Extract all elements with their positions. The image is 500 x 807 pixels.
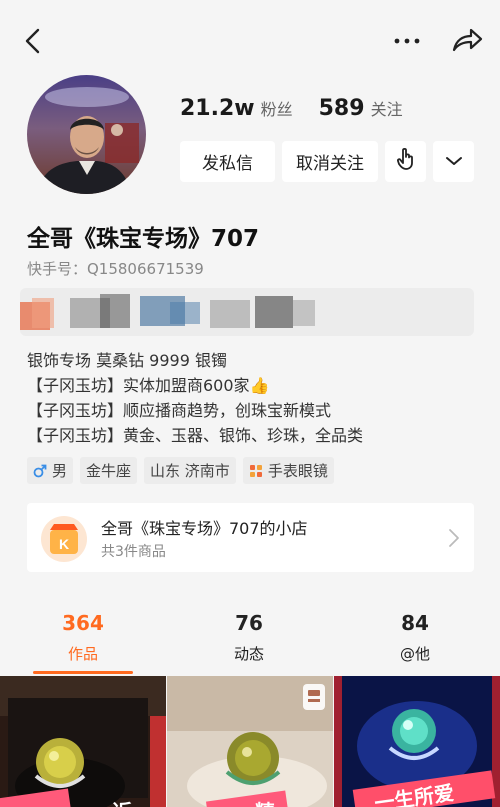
bio-line: 【子冈玉坊】顺应播商趋势，创珠宝新模式 <box>27 401 332 420</box>
active-tab-indicator <box>33 671 133 674</box>
video-thumbnail[interactable]: 精 <box>167 676 333 807</box>
tab-count: 364 <box>62 611 104 635</box>
bio-line: 【子冈玉坊】实体加盟商600家👍 <box>27 376 270 395</box>
unfollow-button[interactable]: 取消关注 <box>282 141 378 182</box>
tab-count: 76 <box>235 611 263 635</box>
more-dots-icon[interactable] <box>392 26 422 56</box>
male-icon <box>33 464 47 478</box>
avatar[interactable] <box>27 75 146 194</box>
kuaishou-id[interactable]: 快手号：Q15806671539 <box>27 258 204 279</box>
chevron-right-icon <box>448 528 460 548</box>
back-arrow-icon[interactable] <box>20 26 48 56</box>
tag-label: 男 <box>52 462 68 480</box>
shop-logo-icon: K <box>41 516 87 562</box>
video-thumbnail[interactable]: 近 <box>0 676 166 807</box>
hand-pointer-button[interactable] <box>385 141 426 182</box>
shop-card[interactable]: K 全哥《珠宝专场》707的小店 共3件商品 <box>27 503 474 572</box>
followers-count[interactable]: 21.2w <box>180 96 255 121</box>
bio-line: 【子冈玉坊】黄金、玉器、银饰、珍珠，全品类 <box>27 426 364 445</box>
profile-name: 全哥《珠宝专场》707 <box>27 226 260 252</box>
profile-tags: 男 金牛座 山东 济南市 手表眼镜 <box>27 457 334 484</box>
tab-label: 动态 <box>233 645 264 663</box>
video-thumbnail[interactable]: 一生所爱 <box>334 676 500 807</box>
more-actions-dropdown[interactable] <box>433 141 474 182</box>
following-label[interactable]: 关注 <box>371 96 403 120</box>
tab-mentions[interactable]: 84 @他 <box>360 603 470 664</box>
tag-label: 手表眼镜 <box>267 462 328 480</box>
tab-label: @他 <box>399 645 430 663</box>
hand-pointer-icon <box>396 147 416 176</box>
bio-line: 银饰专场 莫桑钻 9999 银镯 <box>27 351 227 370</box>
tag-label: 金牛座 <box>86 462 132 480</box>
bio: 银饰专场 莫桑钻 9999 银镯 【子冈玉坊】实体加盟商600家👍 【子冈玉坊】… <box>27 348 477 448</box>
video-caption: 精 <box>255 796 275 807</box>
following-count[interactable]: 589 <box>319 96 365 121</box>
grid-icon <box>249 464 263 478</box>
tab-works[interactable]: 364 作品 <box>28 603 138 664</box>
obscured-text <box>20 288 474 336</box>
tab-label: 作品 <box>67 645 98 663</box>
send-message-button[interactable]: 发私信 <box>180 141 275 182</box>
video-caption: 近 <box>112 796 132 807</box>
top-bar <box>0 0 500 84</box>
profile-stats: 21.2w 粉丝 589 关注 <box>180 96 429 128</box>
tag-zodiac: 金牛座 <box>80 457 138 484</box>
tag-category[interactable]: 手表眼镜 <box>242 457 334 484</box>
share-arrow-icon[interactable] <box>450 26 484 56</box>
tag-location: 山东 济南市 <box>144 457 236 484</box>
tab-moments[interactable]: 76 动态 <box>194 603 304 664</box>
followers-label[interactable]: 粉丝 <box>261 96 293 120</box>
shop-title: 全哥《珠宝专场》707的小店 <box>101 519 308 538</box>
video-grid: 近 精 一生所爱 <box>0 676 500 807</box>
tab-count: 84 <box>401 611 429 635</box>
svg-text:K: K <box>59 536 69 552</box>
tag-label: 山东 济南市 <box>150 462 230 480</box>
tag-gender: 男 <box>27 457 74 484</box>
shop-subtitle: 共3件商品 <box>101 544 166 560</box>
chevron-down-icon <box>445 152 463 172</box>
content-tabs: 364 作品 76 动态 84 @他 <box>0 603 500 675</box>
